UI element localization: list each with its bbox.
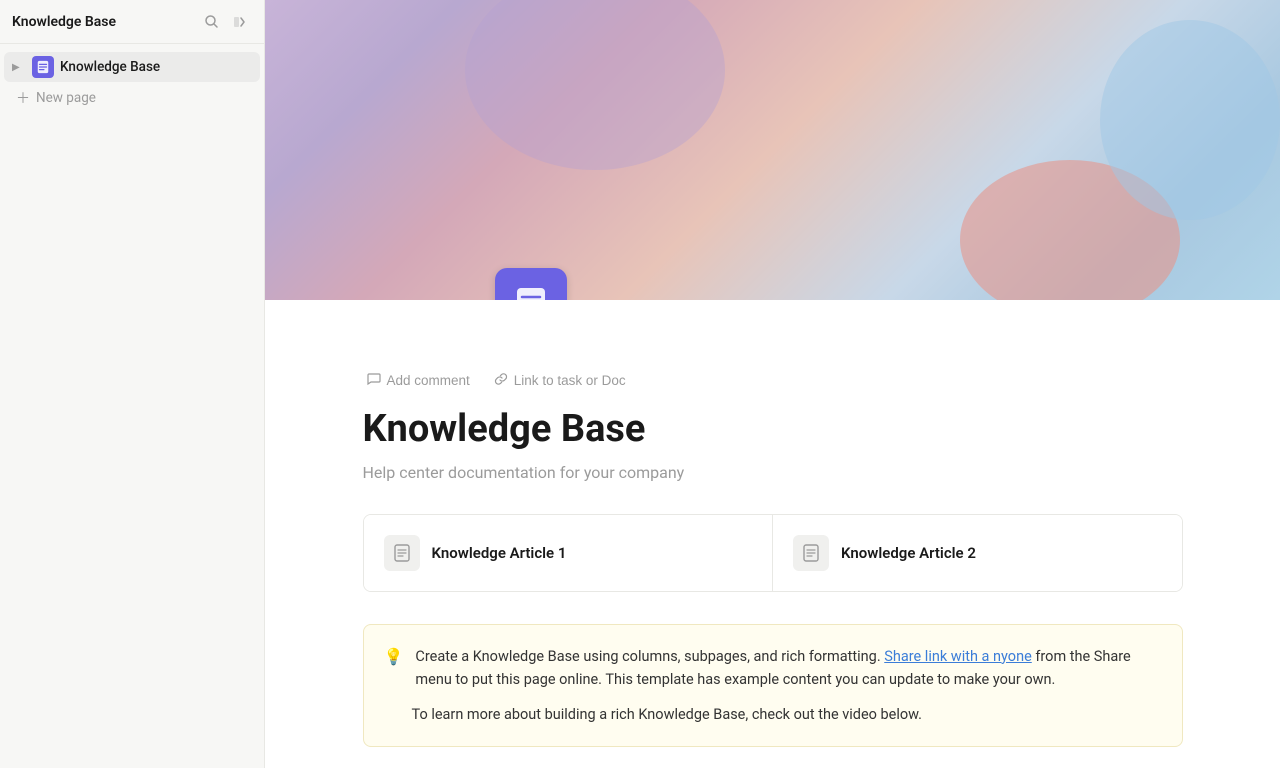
info-text-pre: Create a Knowledge Base using columns, s… — [415, 648, 884, 665]
new-page-label: New page — [36, 90, 96, 106]
document-icon — [511, 284, 551, 300]
page-icon — [495, 268, 567, 300]
link-label: Link to task or Doc — [514, 373, 626, 388]
add-comment-button[interactable]: Add comment — [363, 370, 474, 391]
comment-icon — [367, 372, 381, 389]
hero-banner — [265, 0, 1280, 300]
search-button[interactable] — [200, 10, 224, 34]
sidebar-item-label: Knowledge Base — [60, 59, 160, 75]
link-button[interactable]: Link to task or Doc — [490, 370, 630, 391]
new-page-button[interactable]: ＋ New page — [8, 84, 256, 112]
articles-grid: Knowledge Article 1 Knowledge Article 2 — [363, 514, 1183, 592]
hero-blob-3 — [465, 0, 725, 170]
search-icon — [204, 14, 220, 30]
bulb-icon: 💡 — [384, 647, 404, 691]
plus-icon: ＋ — [16, 88, 30, 108]
hero-blob-2 — [1100, 20, 1280, 220]
sidebar: Knowledge Base ▶ — [0, 0, 265, 768]
article-title-1: Knowledge Article 1 — [432, 544, 567, 562]
info-text-1: Create a Knowledge Base using columns, s… — [415, 645, 1161, 691]
hero-background — [265, 0, 1280, 300]
sidebar-title: Knowledge Base — [12, 14, 116, 30]
content-area: Add comment Link to task or Doc Knowledg… — [323, 300, 1223, 768]
sidebar-header: Knowledge Base — [0, 0, 264, 44]
article-card-1[interactable]: Knowledge Article 1 — [364, 515, 773, 591]
page-subtitle: Help center documentation for your compa… — [363, 463, 1183, 482]
info-text-2: To learn more about building a rich Know… — [384, 703, 1162, 726]
collapse-icon — [232, 14, 248, 30]
sidebar-nav: ▶ Knowledge Base ＋ New page — [0, 44, 264, 768]
main-content: Add comment Link to task or Doc Knowledg… — [265, 0, 1280, 768]
knowledge-base-icon — [32, 56, 54, 78]
action-bar: Add comment Link to task or Doc — [363, 370, 1183, 391]
page-icon-wrapper — [495, 268, 567, 300]
link-icon — [494, 372, 508, 389]
article-icon-2 — [793, 535, 829, 571]
sidebar-header-actions — [200, 10, 252, 34]
article-card-2[interactable]: Knowledge Article 2 — [772, 515, 1182, 591]
article-title-2: Knowledge Article 2 — [841, 544, 976, 562]
share-link[interactable]: Share link with a nyone — [884, 648, 1032, 665]
chevron-icon: ▶ — [12, 62, 26, 73]
sidebar-item-knowledge-base[interactable]: ▶ Knowledge Base — [4, 52, 260, 82]
page-title: Knowledge Base — [363, 407, 1183, 453]
article-icon-1 — [384, 535, 420, 571]
info-box-row-1: 💡 Create a Knowledge Base using columns,… — [384, 645, 1162, 691]
add-comment-label: Add comment — [387, 373, 470, 388]
collapse-sidebar-button[interactable] — [228, 10, 252, 34]
info-box: 💡 Create a Knowledge Base using columns,… — [363, 624, 1183, 748]
